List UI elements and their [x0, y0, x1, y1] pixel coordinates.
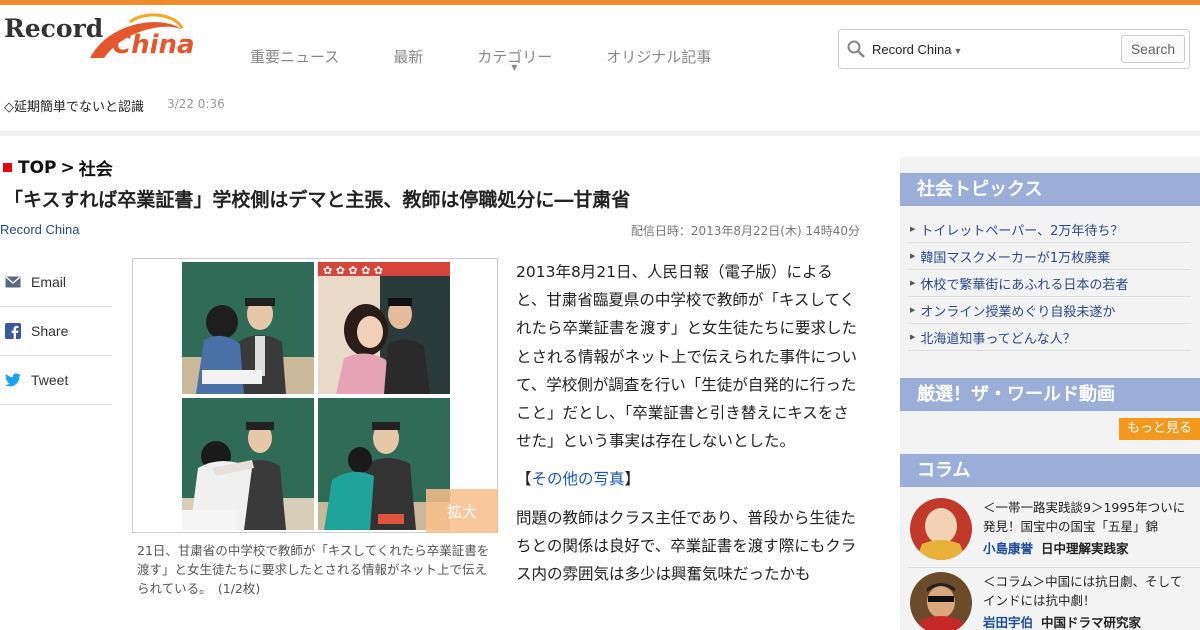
breadcrumb-separator: > — [60, 157, 75, 178]
share-email-label: Email — [31, 274, 67, 290]
article-paragraph-2: 問題の教師はクラス主任であり、普段から生徒たちとの関係は良好で、卒業証書を渡す際… — [516, 508, 857, 584]
photo-zoom-button[interactable]: 拡大 — [426, 489, 498, 533]
bullet-icon: ▶ — [910, 279, 916, 287]
column-title: ＜コラム＞中国には抗日劇、そしてインドには抗中劇！ — [983, 574, 1183, 608]
column-divider — [908, 567, 1200, 568]
photo-collage: ✿ ✿ ✿ ✿ ✿ — [182, 262, 450, 530]
photo-cell-1 — [182, 262, 314, 394]
news-ticker-text[interactable]: ◇延期簡単でないと認識 — [4, 96, 144, 115]
topic-label: オンライン授業めぐり自殺未遂か — [920, 304, 1116, 320]
more-videos-button[interactable]: もっと見る — [1119, 418, 1200, 440]
chevron-down-icon: ▼ — [511, 63, 518, 72]
topic-item[interactable]: ▶ 休校で繁華街にあふれる日本の若者 — [908, 270, 1191, 297]
dropdown-caret-icon: ▼ — [953, 46, 963, 56]
topic-item[interactable]: ▶ トイレットペーパー、2万年待ち？ — [908, 216, 1191, 243]
column-author: 小島康誉 日中理解実践家 — [983, 538, 1129, 557]
column-author-org: 日中理解実践家 — [1041, 541, 1129, 556]
share-facebook-label: Share — [31, 323, 69, 339]
nav-important-news[interactable]: 重要ニュース — [250, 46, 339, 67]
article-title: 「キスすれば卒業証書」学校側はデマと主張、教師は停職処分に―甘粛省 — [4, 189, 631, 211]
search-box: Record China ▼ Search — [838, 29, 1190, 69]
topic-label: 北海道知事ってどんな人？ — [920, 331, 1076, 347]
nav-original-articles[interactable]: オリジナル記事 — [606, 46, 711, 67]
breadcrumb-section[interactable]: 社会 — [79, 155, 113, 180]
search-scope-select[interactable]: Record China ▼ — [872, 42, 962, 57]
column-title: ＜一帯一路実践談9＞1995年ついに発見！国宝中の国宝「五星」錦 — [983, 500, 1186, 534]
news-ticker-time: 3/22 0:36 — [167, 97, 225, 111]
avatar — [910, 572, 972, 630]
logo-china-text: China — [112, 30, 195, 60]
article-paragraph-1: 2013年8月21日、人民日報（電子版）によると、甘粛省臨夏県の中学校で教師が「… — [516, 263, 858, 451]
avatar — [910, 498, 972, 560]
share-twitter-button[interactable]: Tweet — [0, 356, 112, 405]
article-source[interactable]: Record China — [0, 222, 80, 237]
share-panel: Email Share Tweet — [0, 258, 112, 405]
share-email-button[interactable]: Email — [0, 258, 112, 307]
topic-label: 休校で繁華街にあふれる日本の若者 — [920, 277, 1129, 293]
section-marker-icon — [3, 163, 12, 172]
topic-item[interactable]: ▶ オンライン授業めぐり自殺未遂か — [908, 297, 1191, 324]
more-photos-open-bracket: 【 — [516, 470, 532, 489]
column-item[interactable]: ＜一帯一路実践談9＞1995年ついに発見！国宝中の国宝「五星」錦 小島康誉 日中理… — [908, 498, 1200, 566]
more-photos: 【その他の写真】 — [516, 465, 860, 493]
share-facebook-button[interactable]: Share — [0, 307, 112, 356]
bullet-icon: ▶ — [910, 306, 916, 314]
search-scope-label: Record China — [872, 42, 952, 57]
main-nav: 重要ニュース 最新 カテゴリー ▼ オリジナル記事 — [250, 46, 765, 72]
article-body: 2013年8月21日、人民日報（電子版）によると、甘粛省臨夏県の中学校で教師が「… — [516, 258, 860, 598]
more-photos-link[interactable]: その他の写真 — [532, 470, 625, 488]
column-item[interactable]: ＜コラム＞中国には抗日劇、そしてインドには抗中劇！ 岩田宇伯 中国ドラマ研究家 — [908, 572, 1200, 630]
more-photos-close-bracket: 】 — [624, 470, 641, 489]
column-author-name[interactable]: 岩田宇伯 — [983, 615, 1033, 630]
sidebar-topics-heading: 社会トピックス — [900, 173, 1200, 206]
bullet-icon: ▶ — [910, 252, 916, 260]
photo-cell-2: ✿ ✿ ✿ ✿ ✿ — [318, 262, 450, 394]
search-icon — [847, 40, 865, 58]
share-twitter-label: Tweet — [31, 372, 69, 388]
topic-item[interactable]: ▶ 北海道知事ってどんな人？ — [908, 324, 1191, 351]
column-author-org: 中国ドラマ研究家 — [1041, 615, 1142, 630]
header-divider — [0, 131, 1200, 136]
sidebar-column-heading: コラム — [900, 454, 1200, 487]
bullet-icon: ▶ — [910, 225, 916, 233]
article-photo[interactable]: ✿ ✿ ✿ ✿ ✿ 拡大 — [132, 258, 498, 533]
logo-record-text: Record — [4, 14, 104, 43]
nav-category[interactable]: カテゴリー ▼ — [477, 46, 552, 72]
nav-latest[interactable]: 最新 — [393, 46, 423, 67]
breadcrumb-top[interactable]: TOP — [18, 158, 57, 178]
photo-cell-3 — [182, 398, 314, 530]
article-date: 配信日時：2013年8月22日(木) 14時40分 — [630, 224, 860, 238]
breadcrumb: TOP > 社会 — [3, 155, 113, 180]
topic-label: トイレットペーパー、2万年待ち？ — [920, 223, 1124, 239]
topic-label: 韓国マスクメーカーが1万枚廃棄 — [920, 250, 1111, 266]
svg-text:✿ ✿ ✿ ✿ ✿: ✿ ✿ ✿ ✿ ✿ — [323, 264, 383, 277]
bullet-icon: ▶ — [910, 333, 916, 341]
top-accent-bar — [0, 0, 1200, 5]
facebook-icon — [5, 323, 21, 339]
column-author-name[interactable]: 小島康誉 — [983, 541, 1033, 556]
email-icon — [5, 274, 21, 290]
sidebar-video-heading: 厳選！ザ・ワールド動画 — [900, 378, 1200, 411]
photo-caption: 21日、甘粛省の中学校で教師が「キスしてくれたら卒業証書を渡す」と女生徒たちに要… — [137, 543, 490, 596]
search-input[interactable] — [967, 38, 1117, 60]
topics-list: ▶ トイレットペーパー、2万年待ち？ ▶ 韓国マスクメーカーが1万枚廃棄 ▶ 休校で繁… — [908, 216, 1191, 351]
search-button[interactable]: Search — [1121, 35, 1185, 63]
topic-item[interactable]: ▶ 韓国マスクメーカーが1万枚廃棄 — [908, 243, 1191, 270]
column-author: 岩田宇伯 中国ドラマ研究家 — [983, 612, 1141, 630]
twitter-icon — [5, 372, 21, 388]
